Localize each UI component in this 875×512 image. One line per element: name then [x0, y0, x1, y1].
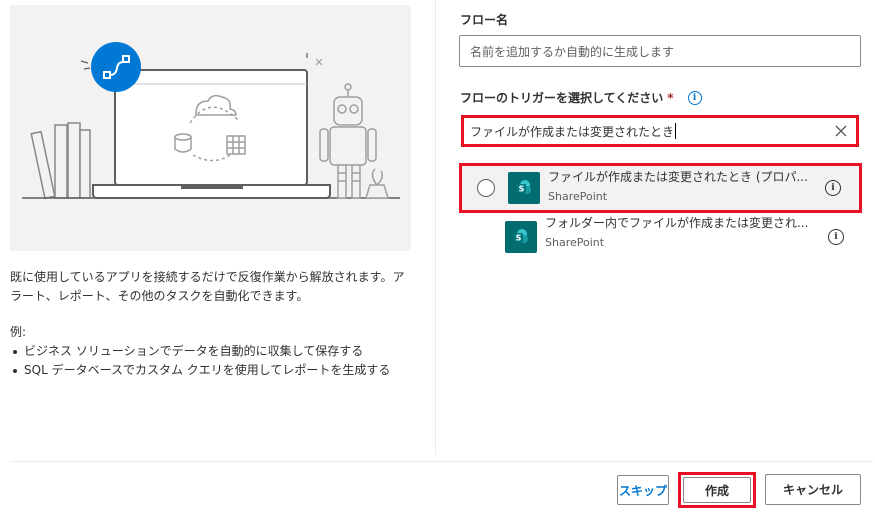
- flow-name-placeholder: 名前を追加するか自動的に生成します: [470, 44, 675, 59]
- required-mark: *: [667, 90, 674, 105]
- trigger-option-title: ファイルが作成または変更されたとき (プロパ...: [548, 170, 808, 184]
- skip-button[interactable]: スキップ: [617, 475, 669, 505]
- info-icon[interactable]: i: [687, 90, 702, 105]
- cancel-button[interactable]: キャンセル: [765, 474, 861, 505]
- create-button[interactable]: 作成: [683, 477, 751, 503]
- examples-label: 例:: [10, 325, 27, 339]
- trigger-label-row: フローのトリガーを選択してください * i: [460, 89, 702, 106]
- svg-text:S: S: [519, 185, 525, 194]
- sharepoint-icon: S: [508, 172, 540, 204]
- text-caret: [675, 123, 677, 139]
- trigger-search-input[interactable]: ファイルが作成または変更されたとき: [461, 115, 859, 147]
- trigger-option[interactable]: S ファイルが作成または変更されたとき (プロパ... SharePoint i: [459, 163, 862, 213]
- radio-button[interactable]: [477, 179, 495, 197]
- svg-text:S: S: [516, 234, 522, 243]
- laptop-illustration: [22, 42, 400, 200]
- panel-divider: [435, 0, 436, 455]
- flow-name-label: フロー名: [460, 13, 509, 27]
- trigger-label: フローのトリガーを選択してください: [460, 91, 664, 105]
- list-item: ビジネス ソリューションでデータを自動的に収集して保存する: [10, 342, 390, 361]
- trigger-option[interactable]: S フォルダー内でファイルが作成または変更され... SharePoint i: [459, 212, 862, 262]
- hero-illustration: [10, 5, 411, 251]
- sharepoint-icon: S: [505, 221, 537, 253]
- flow-name-input[interactable]: 名前を追加するか自動的に生成します: [459, 35, 861, 67]
- intro-description: 既に使用しているアプリを接続するだけで反復作業から解放されます。アラート、レポー…: [10, 270, 405, 303]
- info-icon[interactable]: i: [828, 229, 844, 245]
- examples-list: ビジネス ソリューションでデータを自動的に収集して保存する SQL データベース…: [10, 342, 390, 380]
- trigger-option-connector: SharePoint: [545, 236, 605, 249]
- close-icon[interactable]: [832, 122, 850, 140]
- footer-divider: [10, 461, 873, 462]
- trigger-option-connector: SharePoint: [548, 190, 608, 203]
- list-item: SQL データベースでカスタム クエリを使用してレポートを生成する: [10, 361, 390, 380]
- trigger-option-title: フォルダー内でファイルが作成または変更され...: [545, 216, 809, 230]
- trigger-search-value: ファイルが作成または変更されたとき: [470, 124, 675, 139]
- info-icon[interactable]: i: [825, 180, 841, 196]
